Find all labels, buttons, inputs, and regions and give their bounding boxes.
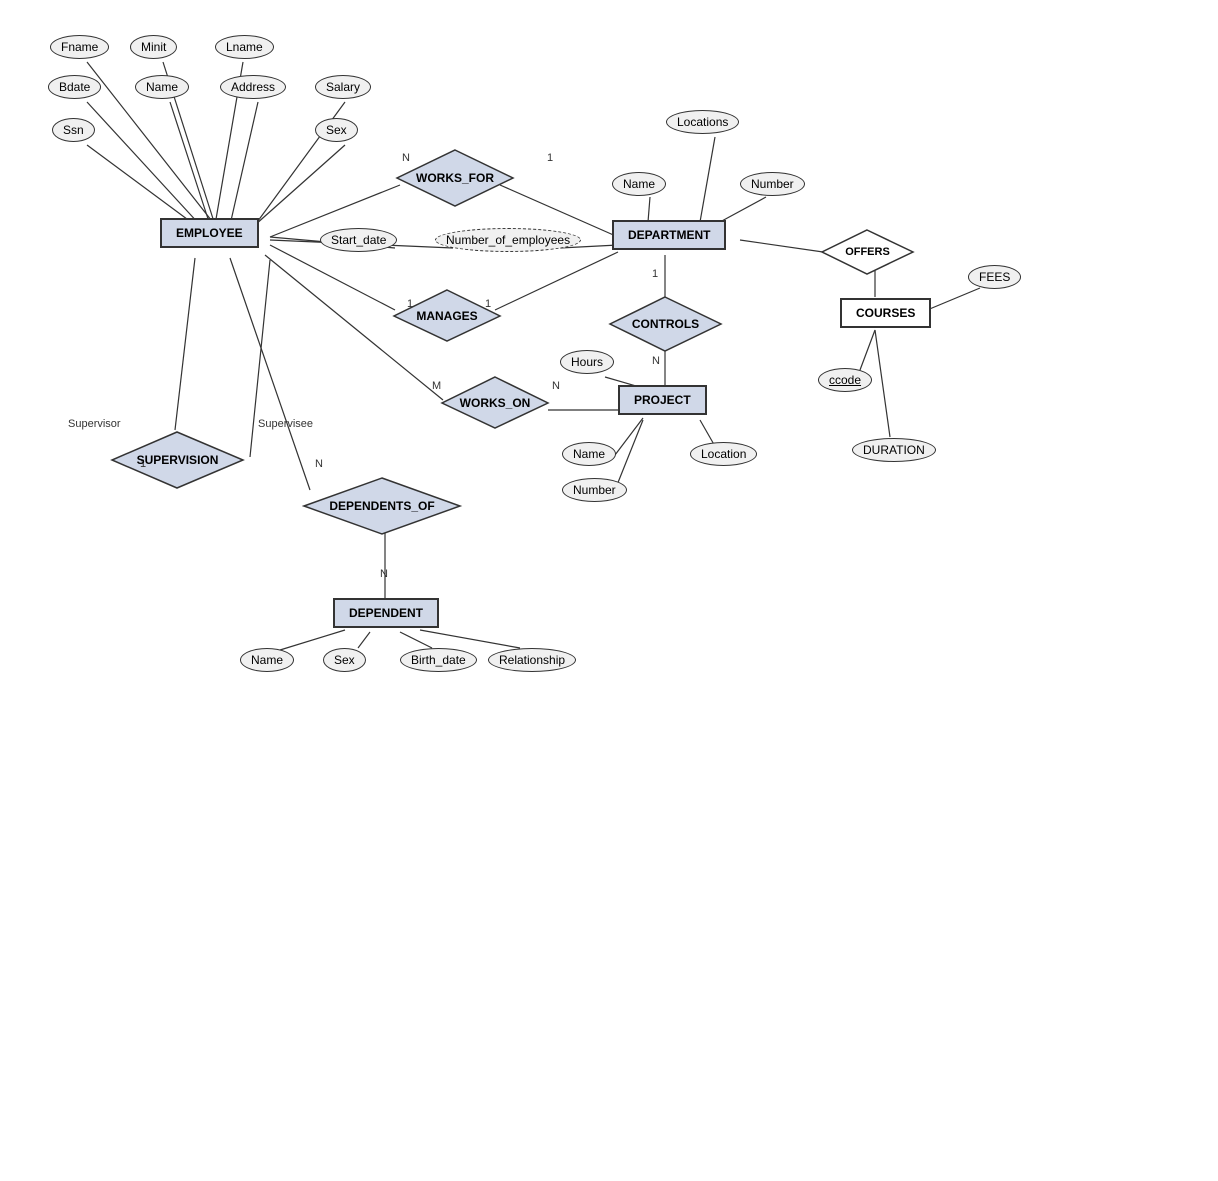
n-label-3: N	[652, 355, 660, 367]
n-label-1: N	[402, 152, 410, 164]
one-label-4: 1	[652, 268, 658, 280]
start-date-attr: Start_date	[320, 228, 397, 252]
supervision-rel: SUPERVISION	[110, 430, 245, 490]
number-dept-attr: Number	[740, 172, 805, 196]
name-proj-attr: Name	[562, 442, 616, 466]
offers-rel: OFFERS	[820, 228, 915, 276]
department-entity: DEPARTMENT	[612, 220, 726, 250]
works-for-rel: WORKS_FOR	[395, 148, 515, 208]
supervisee-label: Supervisee	[258, 418, 313, 430]
bdate-attr: Bdate	[48, 75, 101, 99]
duration-attr: DURATION	[852, 438, 936, 462]
project-entity: PROJECT	[618, 385, 707, 415]
ssn-attr: Ssn	[52, 118, 95, 142]
relationship-attr: Relationship	[488, 648, 576, 672]
lname-attr: Lname	[215, 35, 274, 59]
dependent-entity: DEPENDENT	[333, 598, 439, 628]
sex-attr: Sex	[315, 118, 358, 142]
one-label-2: 1	[407, 298, 413, 310]
salary-attr: Salary	[315, 75, 371, 99]
address-attr: Address	[220, 75, 286, 99]
dependents-of-rel: DEPENDENTS_OF	[302, 476, 462, 536]
works-on-rel: WORKS_ON	[440, 375, 550, 430]
employee-entity: EMPLOYEE	[160, 218, 259, 248]
one-label-3: 1	[485, 298, 491, 310]
n-label-4: N	[315, 458, 323, 470]
fname-attr: Fname	[50, 35, 109, 59]
supervisor-label: Supervisor	[68, 418, 121, 430]
hours-attr: Hours	[560, 350, 614, 374]
courses-entity: COURSES	[840, 298, 931, 328]
name-dep-attr: Name	[240, 648, 294, 672]
location-proj-attr: Location	[690, 442, 757, 466]
name-emp-attr: Name	[135, 75, 189, 99]
n-label-2: N	[552, 380, 560, 392]
fees-attr: FEES	[968, 265, 1021, 289]
number-proj-attr: Number	[562, 478, 627, 502]
num-employees-attr: Number_of_employees	[435, 228, 581, 252]
m-label-1: M	[432, 380, 441, 392]
manages-rel: MANAGES	[392, 288, 502, 343]
minit-attr: Minit	[130, 35, 177, 59]
n-label-5: N	[380, 568, 388, 580]
controls-rel: CONTROLS	[608, 295, 723, 353]
one-label-1: 1	[547, 152, 553, 164]
locations-attr: Locations	[666, 110, 739, 134]
er-diagram: Fname Minit Lname Bdate Name Address Sal…	[0, 0, 1218, 705]
sex-dep-attr: Sex	[323, 648, 366, 672]
name-dept-attr: Name	[612, 172, 666, 196]
ccode-attr: ccode	[818, 368, 872, 392]
birth-date-attr: Birth_date	[400, 648, 477, 672]
